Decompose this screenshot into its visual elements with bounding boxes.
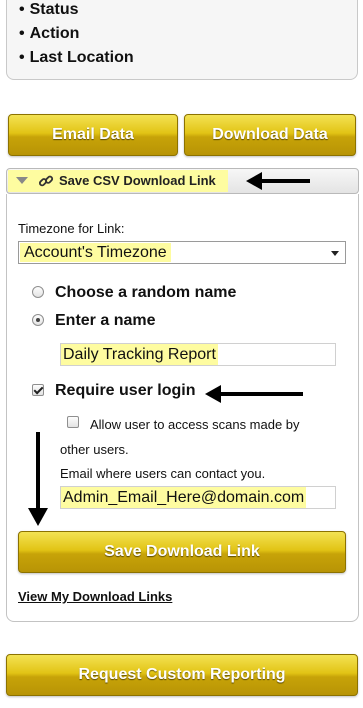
timezone-selected-value: Account's Timezone (20, 243, 171, 262)
contact-email-input[interactable]: Admin_Email_Here@domain.com (60, 486, 336, 509)
require-login-label[interactable]: Require user login (55, 382, 195, 400)
allow-scans-label-cont: other users. (60, 442, 129, 457)
list-item: Last Location (19, 46, 134, 70)
list-item: Action (19, 22, 134, 46)
list-item: Status (19, 0, 134, 22)
require-login-checkbox[interactable] (32, 384, 44, 396)
timezone-select[interactable]: Account's Timezone (18, 241, 346, 264)
enter-name-label[interactable]: Enter a name (55, 312, 155, 330)
allow-scans-label[interactable]: Allow user to access scans made by (90, 417, 300, 432)
arrow-left-icon (205, 385, 303, 403)
email-data-button[interactable]: Email Data (8, 114, 178, 156)
data-fields-panel: Status Action Last Location (6, 0, 358, 80)
link-name-input[interactable]: Daily Tracking Report (60, 343, 336, 366)
collapse-triangle-icon[interactable] (16, 177, 28, 184)
view-download-links-link[interactable]: View My Download Links (18, 589, 172, 604)
link-name-value: Daily Tracking Report (61, 344, 218, 365)
link-icon (38, 175, 54, 187)
arrow-left-icon (246, 172, 310, 190)
arrow-down-icon (28, 432, 48, 526)
contact-email-label: Email where users can contact you. (60, 466, 266, 481)
download-data-button[interactable]: Download Data (184, 114, 356, 156)
timezone-label: Timezone for Link: (18, 221, 125, 236)
request-custom-reporting-button[interactable]: Request Custom Reporting (6, 654, 358, 696)
save-download-link-button[interactable]: Save Download Link (18, 531, 346, 573)
random-name-label[interactable]: Choose a random name (55, 284, 236, 302)
chevron-down-icon (331, 251, 339, 256)
allow-scans-checkbox[interactable] (67, 416, 79, 428)
section-title: Save CSV Download Link (59, 173, 216, 188)
field-list: Status Action Last Location (19, 0, 134, 70)
contact-email-value: Admin_Email_Here@domain.com (61, 487, 307, 508)
random-name-radio[interactable] (32, 286, 44, 298)
enter-name-radio[interactable] (32, 314, 44, 326)
